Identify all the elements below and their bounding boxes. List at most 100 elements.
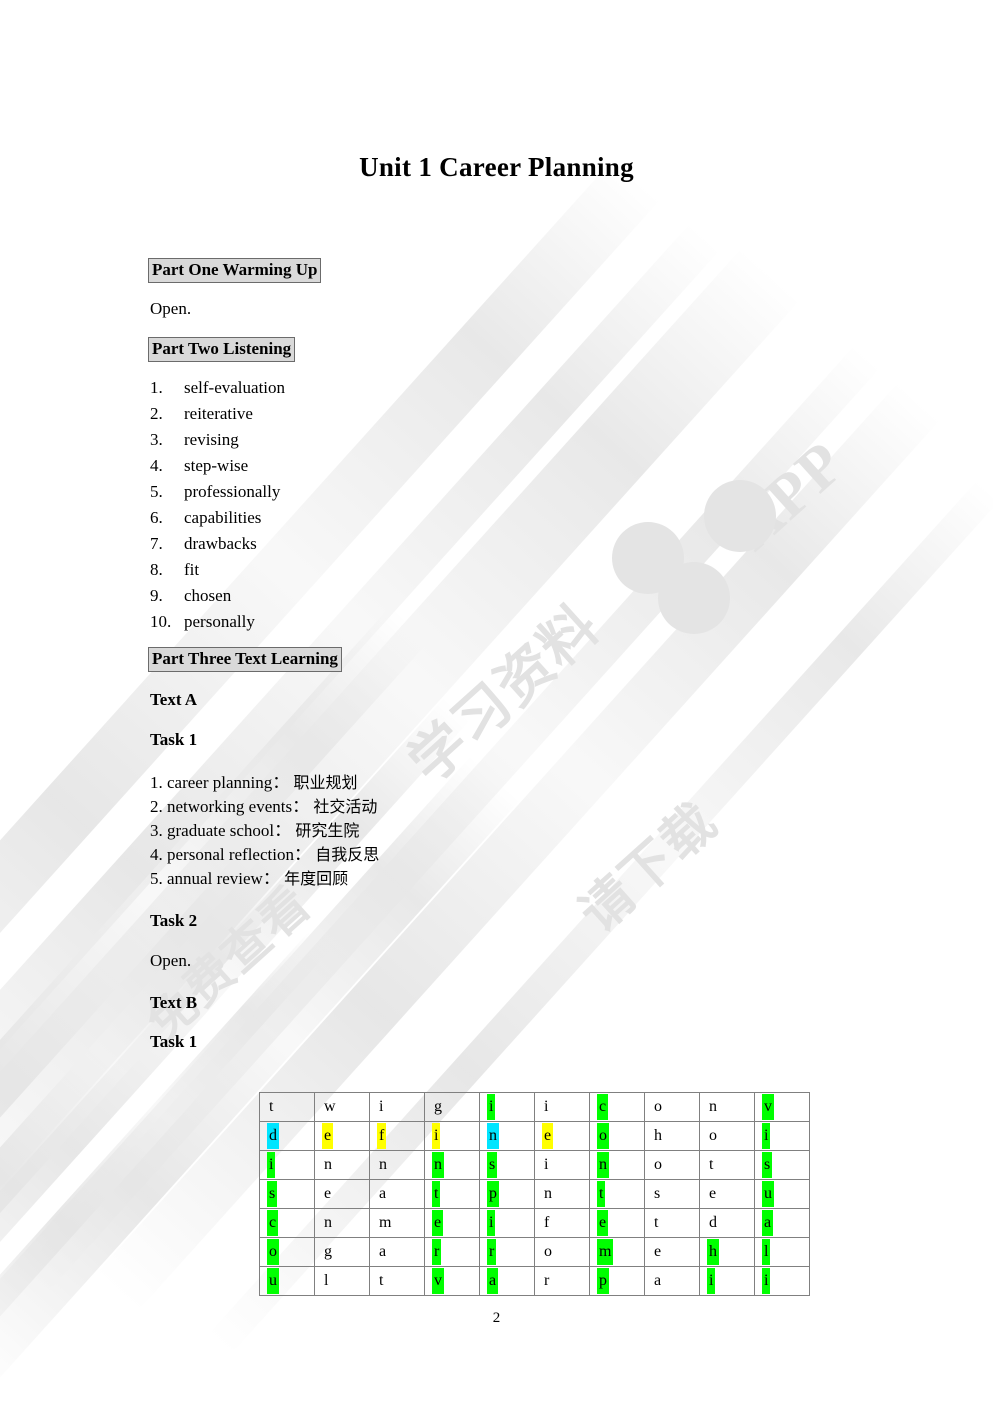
word-grid-cell[interactable]: i (479, 1092, 535, 1122)
word-grid-letter: f (377, 1123, 387, 1149)
word-grid-cell[interactable]: t (644, 1208, 700, 1238)
word-grid-cell[interactable]: o (644, 1092, 700, 1122)
word-grid-cell[interactable]: e (644, 1237, 700, 1267)
glossary-row: 1. career planning： 职业规划 (150, 768, 379, 792)
word-grid-cell[interactable]: t (259, 1092, 315, 1122)
word-grid-cell[interactable]: n (424, 1150, 480, 1180)
glossary-term: graduate school： (167, 821, 292, 840)
section-heading-part-two: Part Two Listening (148, 337, 296, 362)
word-grid-cell[interactable]: g (424, 1092, 480, 1122)
word-grid-cell[interactable]: r (424, 1237, 480, 1267)
list-item-number: 8. (150, 560, 163, 579)
word-grid-cell[interactable]: p (479, 1179, 535, 1209)
word-grid-letter: t (597, 1181, 606, 1207)
word-grid-cell[interactable]: e (589, 1208, 645, 1238)
word-grid-cell[interactable]: i (699, 1266, 755, 1296)
list-item-label: self-evaluation (184, 378, 286, 397)
word-grid-cell[interactable]: r (534, 1266, 590, 1296)
word-grid-cell[interactable]: e (314, 1179, 370, 1209)
word-grid-cell[interactable]: i (754, 1266, 810, 1296)
word-grid-cell[interactable]: i (534, 1150, 590, 1180)
word-grid-cell[interactable]: a (479, 1266, 535, 1296)
word-grid-cell[interactable]: u (259, 1266, 315, 1296)
word-grid-cell[interactable]: t (589, 1179, 645, 1209)
word-grid-letter: l (762, 1239, 771, 1265)
word-grid-letter: r (544, 1272, 550, 1289)
word-grid-cell[interactable]: d (699, 1208, 755, 1238)
list-item-number: 7. (150, 534, 163, 553)
word-grid-cell[interactable]: o (259, 1237, 315, 1267)
word-grid-cell[interactable]: f (534, 1208, 590, 1238)
glossary-translation: 职业规划 (293, 773, 358, 792)
glossary-row: 3. graduate school： 研究生院 (150, 816, 379, 840)
word-grid-cell[interactable]: h (644, 1121, 700, 1151)
word-grid-cell[interactable]: a (369, 1179, 425, 1209)
word-grid-cell[interactable]: m (589, 1237, 645, 1267)
word-grid-cell[interactable]: n (479, 1121, 535, 1151)
word-grid-cell[interactable]: d (259, 1121, 315, 1151)
word-grid-cell[interactable]: w (314, 1092, 370, 1122)
word-grid-cell[interactable]: f (369, 1121, 425, 1151)
word-grid-cell[interactable]: o (589, 1121, 645, 1151)
word-grid-cell[interactable]: m (369, 1208, 425, 1238)
word-grid-cell[interactable]: t (699, 1150, 755, 1180)
word-grid-cell[interactable]: s (644, 1179, 700, 1209)
word-grid-cell[interactable]: i (479, 1208, 535, 1238)
word-grid-letter: i (432, 1123, 441, 1149)
word-grid-cell[interactable]: s (754, 1150, 810, 1180)
word-grid-cell[interactable]: i (369, 1092, 425, 1122)
word-grid-letter: a (654, 1272, 662, 1289)
word-grid-cell[interactable]: l (754, 1237, 810, 1267)
word-grid-cell[interactable]: c (259, 1208, 315, 1238)
word-grid-row: twigiiconv (259, 1092, 810, 1122)
watermark-badge (612, 522, 684, 594)
word-grid-cell[interactable]: n (369, 1150, 425, 1180)
word-grid-letter: t (654, 1214, 659, 1231)
word-grid-cell[interactable]: n (534, 1179, 590, 1209)
word-grid-cell[interactable]: e (699, 1179, 755, 1209)
word-grid-cell[interactable]: s (479, 1150, 535, 1180)
word-grid-letter: e (709, 1185, 717, 1202)
word-grid-cell[interactable]: u (754, 1179, 810, 1209)
word-grid-row: seatpntseu (259, 1179, 810, 1209)
watermark-cn-text: 请下载 (568, 791, 730, 945)
word-grid-cell[interactable]: o (644, 1150, 700, 1180)
word-grid-cell[interactable]: n (699, 1092, 755, 1122)
word-grid-cell[interactable]: v (754, 1092, 810, 1122)
word-grid-cell[interactable]: s (259, 1179, 315, 1209)
word-grid-cell[interactable]: a (369, 1237, 425, 1267)
word-grid-letter: r (432, 1239, 442, 1265)
word-grid-cell[interactable]: t (369, 1266, 425, 1296)
word-grid-cell[interactable]: n (314, 1208, 370, 1238)
word-grid-cell[interactable]: c (589, 1092, 645, 1122)
word-grid-cell[interactable]: h (699, 1237, 755, 1267)
word-grid-letter: e (542, 1123, 554, 1149)
word-grid-letter: s (267, 1181, 278, 1207)
word-grid-cell[interactable]: i (754, 1121, 810, 1151)
word-grid-letter: e (597, 1210, 609, 1236)
word-grid-cell[interactable]: e (314, 1121, 370, 1151)
word-grid-cell[interactable]: r (479, 1237, 535, 1267)
word-grid-cell[interactable]: l (314, 1266, 370, 1296)
word-grid-cell[interactable]: t (424, 1179, 480, 1209)
word-grid-cell[interactable]: p (589, 1266, 645, 1296)
word-grid-cell[interactable]: g (314, 1237, 370, 1267)
list-item-number: 3. (150, 430, 163, 449)
word-grid-letter: o (709, 1127, 717, 1144)
word-grid-cell[interactable]: o (534, 1237, 590, 1267)
word-grid-cell[interactable]: i (424, 1121, 480, 1151)
word-grid-cell[interactable]: e (534, 1121, 590, 1151)
word-grid-letter: e (654, 1243, 662, 1260)
word-grid-cell[interactable]: a (754, 1208, 810, 1238)
word-grid-cell[interactable]: a (644, 1266, 700, 1296)
word-grid-cell[interactable]: i (534, 1092, 590, 1122)
word-grid-cell[interactable]: n (314, 1150, 370, 1180)
word-grid-cell[interactable]: v (424, 1266, 480, 1296)
word-grid-letter: w (324, 1098, 336, 1115)
task-2-label: Task 2 (150, 911, 198, 930)
word-grid-cell[interactable]: i (259, 1150, 315, 1180)
list-item: 5. professionally (150, 482, 285, 508)
word-grid-cell[interactable]: n (589, 1150, 645, 1180)
word-grid-cell[interactable]: o (699, 1121, 755, 1151)
word-grid-cell[interactable]: e (424, 1208, 480, 1238)
